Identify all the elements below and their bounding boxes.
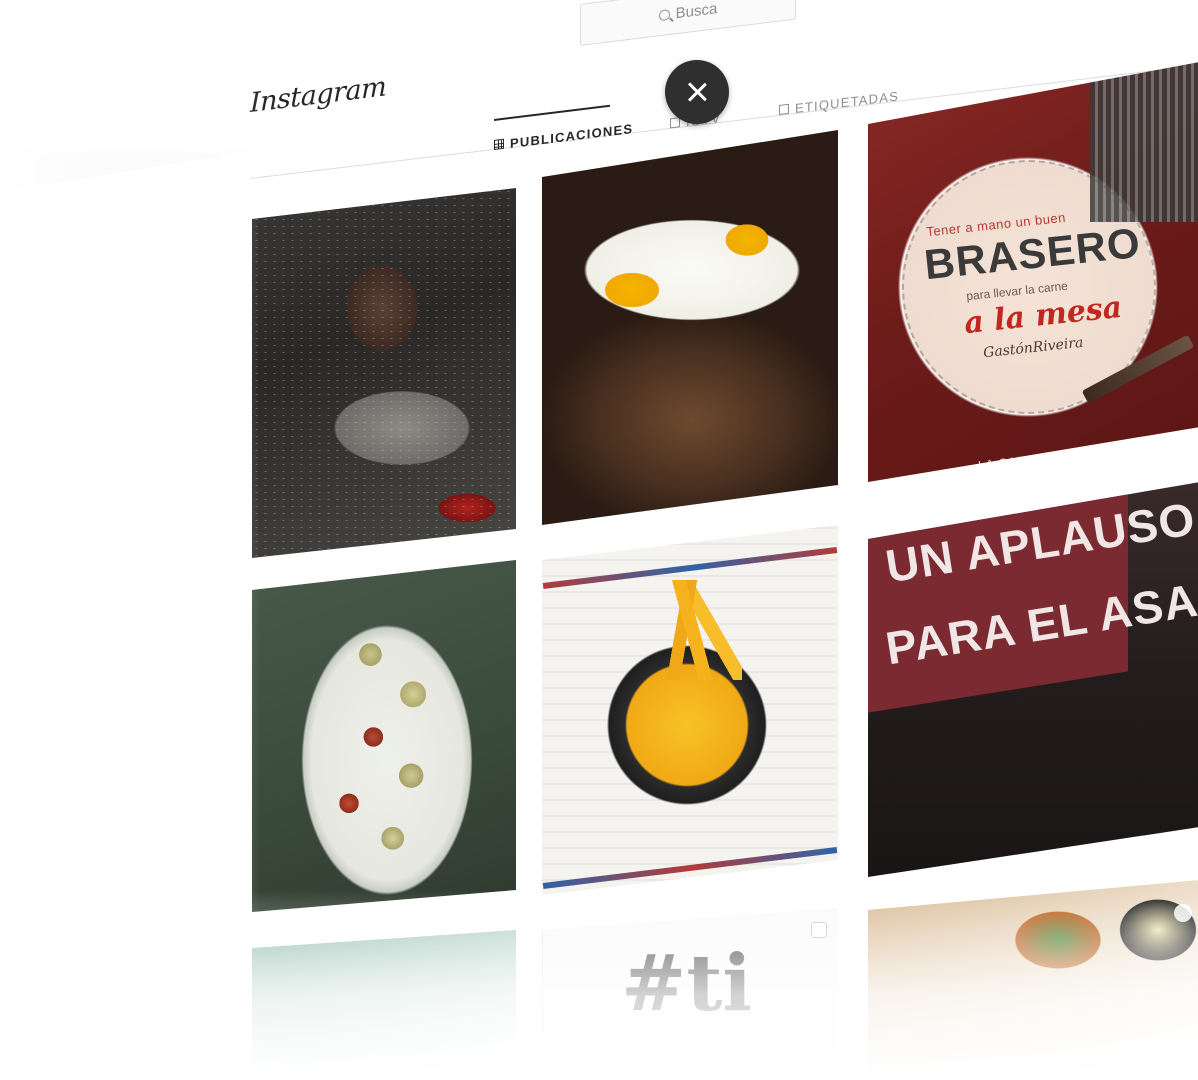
app-window: Busca Instagram PUBLICACIONES IGTV ETIQU…: [0, 0, 1198, 1080]
close-icon: [686, 81, 708, 103]
tab-label: ETIQUETADAS: [795, 87, 899, 116]
food-image: [297, 609, 477, 881]
post-steak-egg[interactable]: [542, 130, 838, 525]
tab-label: PUBLICACIONES: [510, 120, 634, 151]
instagram-logo[interactable]: Instagram: [250, 71, 386, 119]
towel-stripe: [542, 846, 838, 890]
post-brasero[interactable]: Tener a mano un buen BRASERO para llevar…: [868, 62, 1198, 482]
profile-page: Busca Instagram PUBLICACIONES IGTV ETIQU…: [0, 0, 1198, 1080]
active-tab-indicator: [494, 104, 610, 121]
video-icon: [1174, 904, 1192, 922]
post-aplauso[interactable]: UN APLAUSO... PARA EL ASADOR: [868, 482, 1198, 877]
post-lava-cake[interactable]: [252, 188, 516, 558]
grid-icon: [494, 138, 504, 150]
brasero-corner-text: LA CABRERA: [977, 449, 1064, 473]
post-teal-fabric[interactable]: [252, 930, 516, 1080]
close-button[interactable]: [665, 60, 729, 124]
tv-icon: [670, 117, 680, 129]
multiple-posts-icon: [811, 922, 827, 938]
post-hashtag[interactable]: #ti: [542, 908, 838, 1080]
tag-icon: [779, 103, 789, 116]
hashtag-text: #ti: [621, 938, 753, 1029]
search-placeholder: Busca: [675, 0, 718, 22]
tab-etiquetadas[interactable]: ETIQUETADAS: [779, 80, 899, 125]
post-artichoke-dish[interactable]: [252, 560, 516, 912]
search-input[interactable]: Busca: [580, 0, 796, 47]
sugar-dust: [252, 188, 516, 558]
search-icon: [658, 8, 670, 21]
post-fries[interactable]: [542, 525, 838, 895]
tab-publicaciones[interactable]: PUBLICACIONES: [494, 104, 634, 160]
fries-image: [652, 580, 742, 680]
post-bread-dips[interactable]: [868, 880, 1198, 1080]
